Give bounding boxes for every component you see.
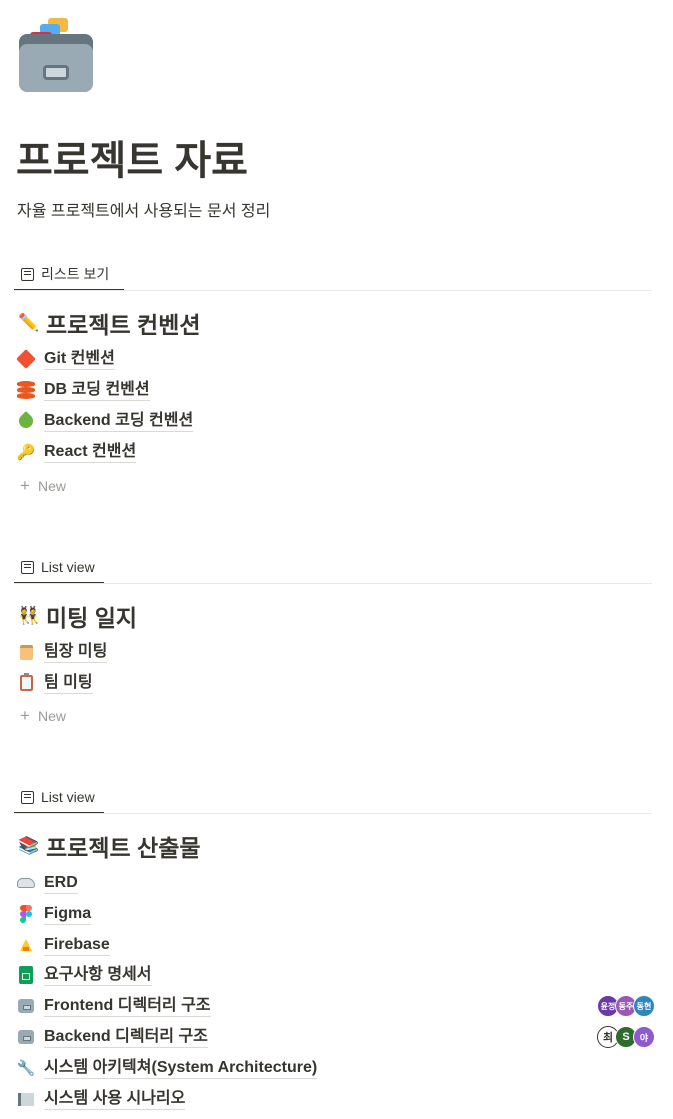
list-item[interactable]: Frontend 디렉터리 구조 [16,993,211,1019]
list-item[interactable]: Firebase [16,932,110,958]
avatar: 야 [633,1026,655,1048]
new-item-button[interactable]: + New [18,476,66,496]
list-view-icon [21,790,34,804]
list-item-label: Backend 코딩 컨벤션 [44,410,194,432]
people-icon: 👯 [18,606,40,625]
list-item-label: React 컨밴션 [44,441,137,463]
new-item-label: New [38,708,67,724]
list-item[interactable]: 🔑 React 컨밴션 [16,439,137,465]
page-description[interactable]: 자율 프로젝트에서 사용되는 문서 정리 [17,197,270,221]
view-tab-label: List view [41,559,95,575]
avatar: 동현 [633,995,655,1017]
list-view-icon [21,267,34,281]
list-item-label: 요구사항 명세서 [44,964,152,986]
view-tab-label: List view [41,789,95,805]
git-icon [16,349,36,369]
figma-icon [16,904,36,924]
spreadsheet-icon [16,965,36,985]
list-item-label: ERD [44,872,78,894]
database-title[interactable]: 👯 미팅 일지 [18,599,137,633]
database-icon [16,380,36,400]
card-file-box-icon[interactable] [18,16,94,94]
plus-icon: + [20,706,30,725]
list-item[interactable]: 팀 미팅 [16,670,93,696]
list-item[interactable]: 시스템 사용 시나리오 [16,1086,186,1112]
list-item[interactable]: Git 컨벤션 [16,346,115,372]
book-icon [16,1089,36,1109]
list-view-icon [21,560,34,574]
divider [14,290,652,291]
view-tab-list[interactable]: List view [14,552,104,584]
list-item[interactable]: 🔧 시스템 아키텍쳐(System Architecture) [16,1055,318,1081]
list-item[interactable]: DB 코딩 컨벤션 [16,377,150,403]
car-icon [16,873,36,893]
view-tab-list[interactable]: 리스트 보기 [14,259,124,291]
view-tab-list[interactable]: List view [14,782,104,814]
list-item-label: Firebase [44,934,110,956]
books-icon: 📚 [18,836,40,855]
list-item[interactable]: Backend 코딩 컨벤션 [16,408,194,434]
view-tab-label: 리스트 보기 [41,266,110,282]
file-cabinet-icon [16,996,36,1016]
wrench-icon: 🔧 [16,1060,36,1077]
list-item[interactable]: Figma [16,901,92,927]
firebase-icon [16,935,36,955]
spring-icon [16,411,36,431]
plus-icon: + [20,476,30,495]
list-item-label: DB 코딩 컨벤션 [44,379,150,401]
list-item[interactable]: 팀장 미팅 [16,639,108,665]
database-title-text: 프로젝트 산출물 [46,835,201,861]
scroll-icon [16,642,36,662]
list-item-label: 시스템 아키텍쳐(System Architecture) [44,1057,318,1079]
new-item-button[interactable]: + New [18,706,66,726]
list-item-label: Figma [44,903,92,925]
divider [14,583,652,584]
list-item-label: Backend 디렉터리 구조 [44,1026,208,1048]
divider [14,813,652,814]
list-item[interactable]: 요구사항 명세서 [16,962,152,988]
list-item-label: 팀 미팅 [44,672,93,694]
assignee-avatars[interactable]: 최 S 야 [597,1026,655,1048]
key-icon: 🔑 [16,444,36,461]
list-item[interactable]: Backend 디렉터리 구조 [16,1024,208,1050]
database-title[interactable]: ✏️ 프로젝트 컨벤션 [18,306,201,340]
list-item-label: 시스템 사용 시나리오 [44,1088,186,1110]
pencil-icon: ✏️ [18,313,40,332]
database-title-text: 미팅 일지 [46,605,138,631]
list-item-label: Frontend 디렉터리 구조 [44,995,211,1017]
database-title-text: 프로젝트 컨벤션 [46,312,201,338]
file-cabinet-icon [16,1027,36,1047]
clipboard-icon [16,673,36,693]
notion-page: 프로젝트 자료 자율 프로젝트에서 사용되는 문서 정리 리스트 보기 ✏️ 프… [0,0,673,1119]
page-title[interactable]: 프로젝트 자료 [16,128,248,186]
list-item-label: Git 컨벤션 [44,348,115,370]
list-item[interactable]: ERD [16,870,78,896]
list-item-label: 팀장 미팅 [44,641,108,663]
assignee-avatars[interactable]: 윤정 동주 동현 [597,995,655,1017]
database-title[interactable]: 📚 프로젝트 산출물 [18,829,201,863]
new-item-label: New [38,478,67,494]
